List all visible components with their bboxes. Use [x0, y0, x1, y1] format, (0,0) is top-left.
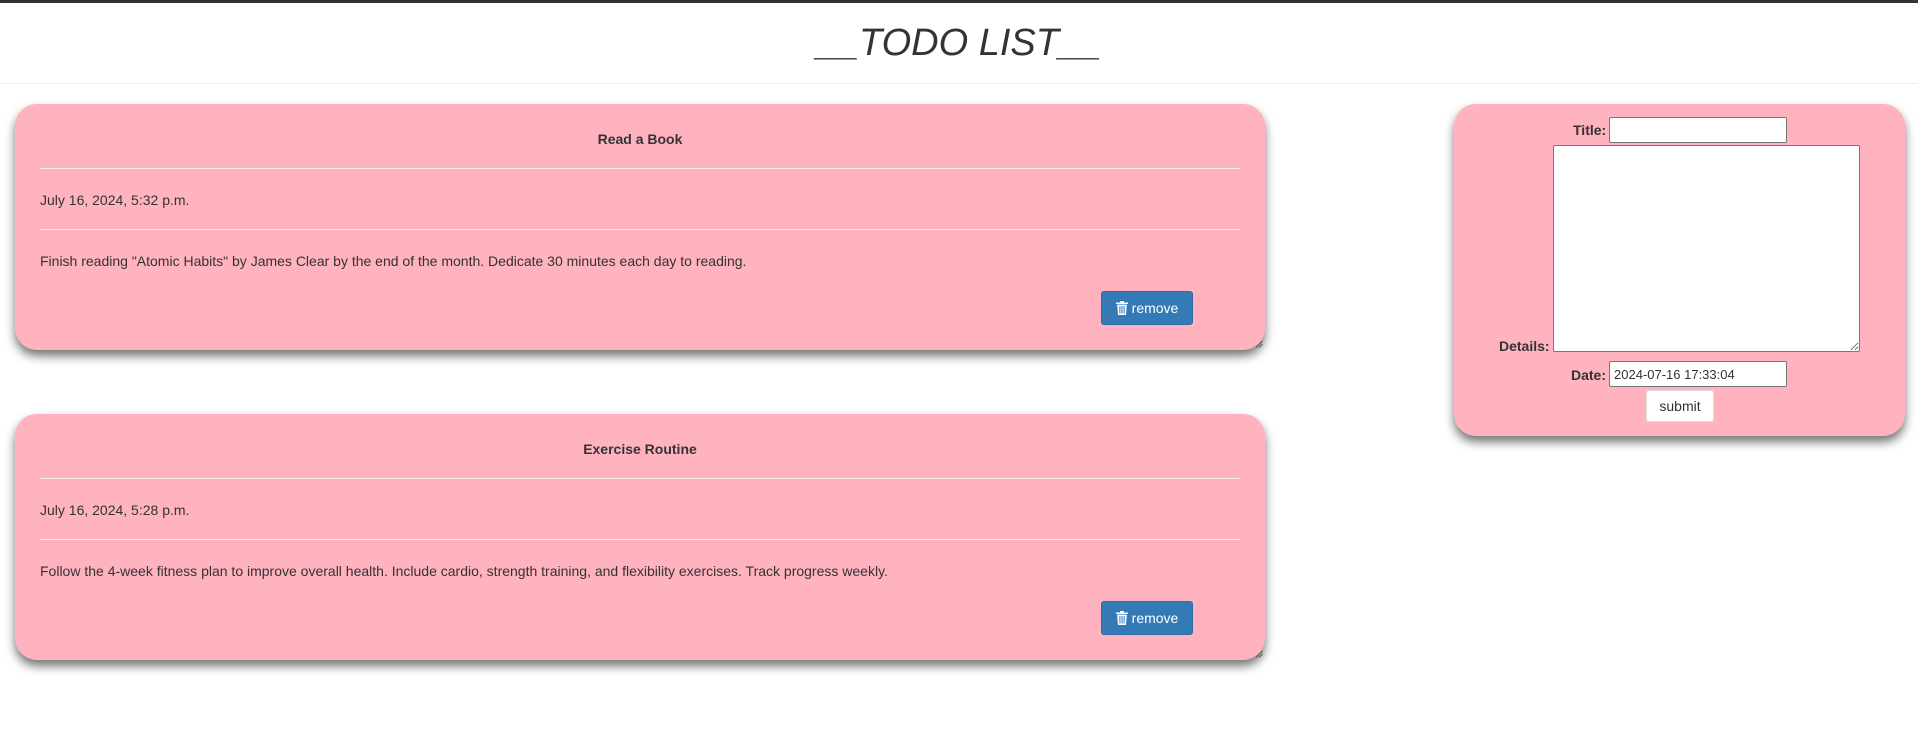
todo-details: Finish reading "Atomic Habits" by James …: [40, 253, 747, 269]
title-label: Title:: [1573, 122, 1607, 138]
details-textarea[interactable]: [1553, 145, 1860, 352]
todo-date: July 16, 2024, 5:28 p.m.: [40, 502, 190, 518]
remove-label: remove: [1131, 610, 1179, 626]
trash-icon: [1115, 611, 1128, 625]
divider: [40, 539, 1240, 540]
add-todo-form: Title: Details: Date: submit: [1454, 104, 1905, 436]
todo-date: July 16, 2024, 5:32 p.m.: [40, 192, 190, 208]
todo-card: Read a Book July 16, 2024, 5:32 p.m. Fin…: [15, 104, 1265, 350]
divider: [40, 168, 1240, 169]
page-title: __TODO LIST__: [816, 22, 1102, 64]
remove-button[interactable]: remove: [1101, 601, 1193, 635]
date-input[interactable]: [1609, 361, 1787, 387]
remove-button[interactable]: remove: [1101, 291, 1193, 325]
todo-details: Follow the 4-week fitness plan to improv…: [40, 563, 888, 579]
title-input[interactable]: [1609, 117, 1787, 143]
details-label: Details:: [1499, 338, 1550, 354]
divider: [40, 229, 1240, 230]
todo-title: Exercise Routine: [583, 441, 697, 457]
remove-label: remove: [1131, 300, 1179, 316]
todo-card: Exercise Routine July 16, 2024, 5:28 p.m…: [15, 414, 1265, 660]
todo-title: Read a Book: [597, 131, 683, 147]
resize-handle-icon[interactable]: [1255, 340, 1263, 348]
submit-button[interactable]: submit: [1646, 390, 1714, 422]
page-header: __TODO LIST__: [0, 3, 1918, 84]
resize-handle-icon[interactable]: [1255, 650, 1263, 658]
trash-icon: [1115, 301, 1128, 315]
date-label: Date:: [1571, 367, 1607, 383]
divider: [40, 478, 1240, 479]
